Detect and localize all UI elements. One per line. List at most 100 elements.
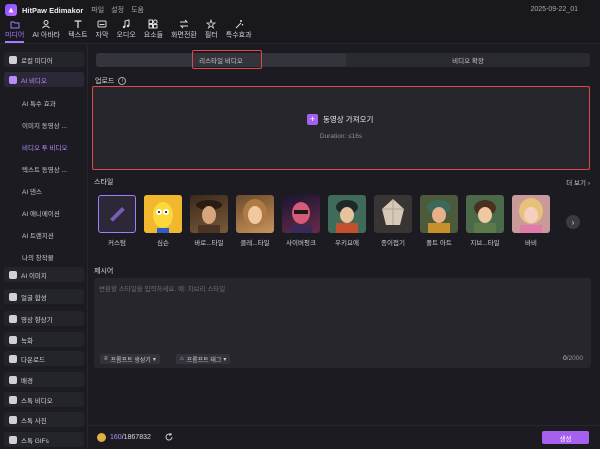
prompt-generator-label: 프롬프트 생성기 xyxy=(110,357,151,364)
sidebar-item-label: 얼굴 합성 xyxy=(21,294,47,302)
style-name: 폴트 아트 xyxy=(426,240,452,247)
style-thumb xyxy=(328,195,366,233)
sidebar-item-label: AI 비디오 xyxy=(21,77,47,85)
style-card-origami[interactable]: 종이접기 xyxy=(374,195,412,247)
chevron-down-icon: ▾ xyxy=(223,356,227,363)
style-card-classic[interactable]: 클레...타일 xyxy=(236,195,274,247)
app-logo-icon xyxy=(5,4,17,16)
style-name: 우키요에 xyxy=(335,240,359,247)
barbie-thumbnail xyxy=(519,198,543,233)
folk-art-thumbnail xyxy=(427,200,451,233)
sidebar-sub-video-to-video[interactable]: 비디오 투 비디오 xyxy=(22,142,67,152)
ghibli-thumbnail xyxy=(474,200,496,233)
style-name: 사이버펑크 xyxy=(286,240,316,247)
tab-media[interactable]: 미디어 xyxy=(5,19,25,43)
sidebar-sub-text-to-video[interactable]: 텍스트 동영상 ... xyxy=(22,164,67,174)
prompt-generator-dropdown[interactable]: ≡ 프롬프트 생성기 ▾ xyxy=(100,354,160,364)
effects-icon xyxy=(235,20,243,29)
download-icon xyxy=(9,354,17,363)
style-card-ukiyoe[interactable]: 우키요에 xyxy=(328,195,366,247)
sidebar-item-label: 녹화 xyxy=(21,337,33,345)
plus-icon: + xyxy=(307,114,318,125)
ai-video-icon xyxy=(9,75,17,84)
sidebar-item-ai-image[interactable]: AI 이미지 xyxy=(4,267,84,282)
sidebar-item-label: 영상 향상기 xyxy=(21,316,53,324)
sidebar-item-stock-gifs[interactable]: 스톡 GIFs xyxy=(4,432,84,447)
sidebar-item-stock-photo[interactable]: 스톡 사진 xyxy=(4,412,84,427)
main-toolbar: 미디어 AI 아바타 텍스트 자막 오디오 요소들 화면전환 필터 특수효과 xyxy=(0,19,600,44)
app-window: HitPaw Edimakor 파일 설정 도움 2025-09-22_01 미… xyxy=(0,0,600,449)
style-card-ghibli[interactable]: 지브...타일 xyxy=(466,195,504,247)
app-title: HitPaw Edimakor xyxy=(22,5,84,15)
tab-ai-avatar[interactable]: AI 아바타 xyxy=(32,19,60,43)
tab-text[interactable]: 텍스트 xyxy=(68,19,88,43)
generate-button[interactable]: 생성 xyxy=(542,431,589,444)
style-name: 지브...타일 xyxy=(470,240,500,247)
style-thumb xyxy=(282,195,320,233)
see-more-link[interactable]: 더 보기 › xyxy=(566,177,590,187)
sidebar-item-video-enhancer[interactable]: 영상 향상기 xyxy=(4,311,84,326)
face-icon xyxy=(9,292,17,301)
tool-label: 자막 xyxy=(95,32,109,39)
import-video-button[interactable]: + 동영상 가져오기 xyxy=(307,114,373,125)
menu-bar: 파일 설정 도움 xyxy=(91,5,144,15)
chevron-down-icon: ▾ xyxy=(152,356,156,363)
sidebar-item-record[interactable]: 녹화 xyxy=(4,332,84,347)
style-name: 종이접기 xyxy=(381,240,405,247)
background-icon xyxy=(9,375,17,384)
sidebar-item-label: 로컬 미디어 xyxy=(21,57,53,65)
prompt-tags-dropdown[interactable]: ⌂ 프롬프트 태그 ▾ xyxy=(176,354,231,364)
tab-video-extend[interactable]: 비디오 확장 xyxy=(346,53,590,67)
credits-total: /1867832 xyxy=(121,434,151,441)
tab-audio[interactable]: 오디오 xyxy=(116,19,136,43)
sidebar-item-label: AI 이미지 xyxy=(21,272,47,280)
text-icon xyxy=(74,20,82,28)
sidebar-sub-ai-effects[interactable]: AI 특수 효과 xyxy=(22,98,56,108)
sidebar-item-label: 스톡 GIFs xyxy=(21,437,49,445)
upload-header: 업로드 i xyxy=(95,76,127,86)
sidebar-sub-ai-dance[interactable]: AI 댄스 xyxy=(22,186,42,196)
style-card-cyberpunk[interactable]: 사이버펑크 xyxy=(282,195,320,247)
prompt-input[interactable]: 변환할 스타일을 입력하세요. 예: 지브리 스타일 ≡ 프롬프트 생성기 ▾ … xyxy=(94,278,591,368)
transition-icon xyxy=(179,19,189,29)
title-bar: HitPaw Edimakor 파일 설정 도움 2025-09-22_01 xyxy=(0,0,600,20)
menu-file[interactable]: 파일 xyxy=(91,5,104,15)
sidebar-item-ai-video[interactable]: AI 비디오 xyxy=(4,72,84,87)
tab-subtitle[interactable]: 자막 xyxy=(95,19,109,43)
sidebar-item-stock-video[interactable]: 스톡 비디오 xyxy=(4,392,84,407)
tab-effects[interactable]: 특수효과 xyxy=(226,19,252,43)
generator-icon: ≡ xyxy=(104,356,108,362)
folder-icon xyxy=(9,55,17,64)
menu-settings[interactable]: 설정 xyxy=(111,5,124,15)
baroque-thumbnail xyxy=(196,200,222,233)
style-name: 심슨 xyxy=(157,240,169,247)
sidebar-sub-ai-transition[interactable]: AI 트랜지션 xyxy=(22,230,54,240)
tab-filter[interactable]: 필터 xyxy=(205,19,218,43)
sidebar-item-label: 스톡 사진 xyxy=(21,417,47,425)
style-card-folk-art[interactable]: 폴트 아트 xyxy=(420,195,458,247)
sidebar-sub-image-to-video[interactable]: 이미지 동영상 ... xyxy=(22,120,67,130)
style-card-simpsons[interactable]: 심슨 xyxy=(144,195,182,247)
character-counter: 0/2000 xyxy=(563,355,583,362)
style-thumb xyxy=(98,195,136,233)
sidebar-item-face-swap[interactable]: 얼굴 합성 xyxy=(4,289,84,304)
tab-elements[interactable]: 요소들 xyxy=(144,19,163,43)
refresh-icon[interactable] xyxy=(164,432,174,442)
style-card-baroque[interactable]: 바로...타일 xyxy=(190,195,228,247)
sidebar-sub-my-creations[interactable]: 나의 창작물 xyxy=(22,252,54,262)
upload-dropzone[interactable]: + 동영상 가져오기 Duration: ≤16s xyxy=(92,86,590,170)
tab-transition[interactable]: 화면전환 xyxy=(171,19,197,43)
info-icon[interactable]: i xyxy=(118,77,127,85)
menu-help[interactable]: 도움 xyxy=(131,5,144,15)
style-card-custom[interactable]: 커스텀 xyxy=(98,195,136,247)
cyberpunk-thumbnail xyxy=(290,202,312,233)
sidebar-item-background[interactable]: 배경 xyxy=(4,372,84,387)
sidebar: 로컬 미디어 AI 비디오 AI 특수 효과 이미지 동영상 ... 비디오 투… xyxy=(0,45,88,449)
tool-label: 오디오 xyxy=(116,32,136,39)
style-thumb xyxy=(512,195,550,233)
next-styles-button[interactable]: › xyxy=(566,215,580,229)
style-card-barbie[interactable]: 바비 xyxy=(512,195,550,247)
sidebar-item-download[interactable]: 다운로드 xyxy=(4,351,84,366)
sidebar-sub-ai-animation[interactable]: AI 애니메이션 xyxy=(22,208,60,218)
sidebar-item-local-media[interactable]: 로컬 미디어 xyxy=(4,52,84,67)
